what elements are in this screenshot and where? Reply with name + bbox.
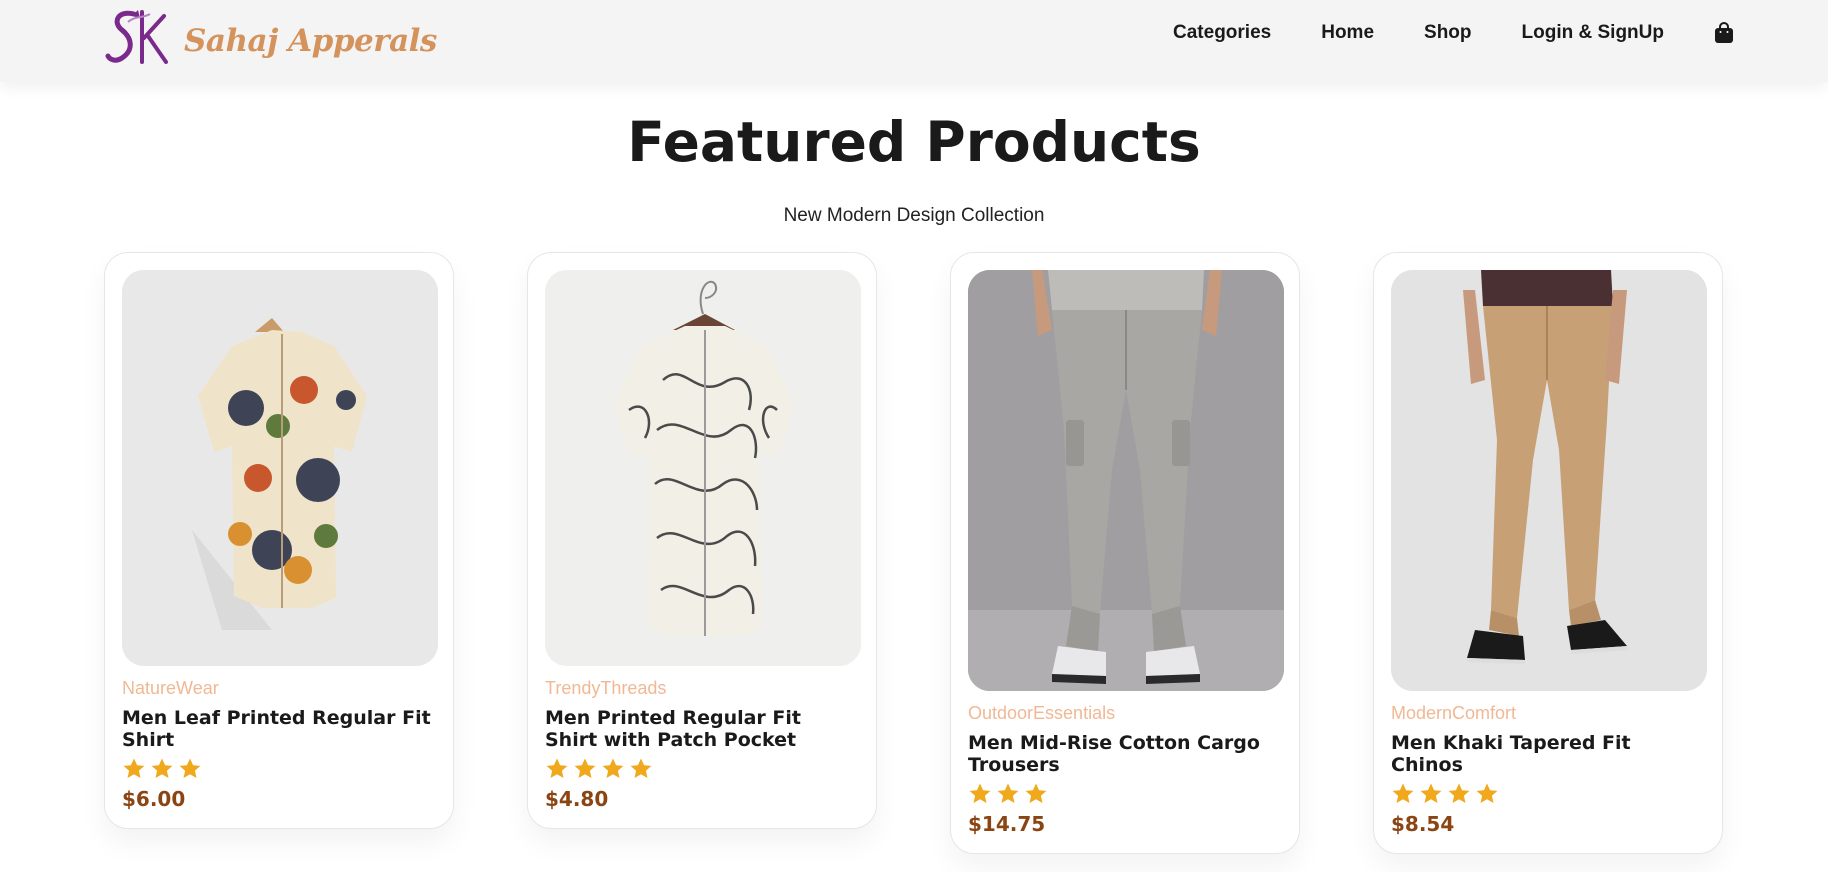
product-price: $6.00 (122, 787, 186, 811)
product-brand: TrendyThreads (545, 678, 667, 698)
logo[interactable]: Sahaj Apperals (104, 8, 437, 66)
chinos-image-icon (1391, 270, 1707, 691)
product-card[interactable]: NatureWear Men Leaf Printed Regular Fit … (104, 252, 454, 829)
product-brand: OutdoorEssentials (968, 703, 1116, 723)
star-icon (123, 758, 145, 778)
main-nav: Categories Home Shop Login & SignUp (1123, 22, 1734, 44)
shirt-image-icon (545, 270, 861, 666)
page-title: Featured Products (627, 110, 1201, 174)
product-brand: ModernComfort (1391, 703, 1517, 723)
rating-stars (545, 757, 859, 781)
rating-stars (968, 782, 1282, 806)
product-price: $8.54 (1391, 812, 1455, 836)
product-card[interactable]: OutdoorEssentials Men Mid-Rise Cotton Ca… (950, 252, 1300, 854)
brand-name: Sahaj Apperals (184, 23, 437, 59)
star-icon (602, 758, 624, 778)
product-card[interactable]: ModernComfort Men Khaki Tapered Fit Chin… (1373, 252, 1723, 854)
product-price: $14.75 (968, 812, 1046, 836)
star-icon (630, 758, 652, 778)
shopping-bag-icon[interactable] (1714, 22, 1734, 44)
rating-stars (122, 757, 436, 781)
page-subtitle: New Modern Design Collection (783, 205, 1045, 226)
star-icon (546, 758, 568, 778)
star-icon (969, 783, 991, 803)
nav-home[interactable]: Home (1321, 22, 1374, 44)
product-image (968, 270, 1284, 691)
nav-login-signup[interactable]: Login & SignUp (1522, 22, 1664, 44)
star-icon (1476, 783, 1498, 803)
product-image (545, 270, 861, 666)
product-name[interactable]: Men Printed Regular Fit Shirt with Patch… (545, 707, 859, 751)
rating-stars (1391, 782, 1705, 806)
star-icon (1025, 783, 1047, 803)
trousers-image-icon (968, 270, 1284, 691)
star-icon (1420, 783, 1442, 803)
site-header: Sahaj Apperals Categories Home Shop Logi… (0, 0, 1828, 82)
product-name[interactable]: Men Leaf Printed Regular Fit Shirt (122, 707, 436, 751)
product-image (122, 270, 438, 666)
nav-categories[interactable]: Categories (1173, 22, 1271, 44)
star-icon (1392, 783, 1414, 803)
product-name[interactable]: Men Mid-Rise Cotton Cargo Trousers (968, 732, 1282, 776)
shirt-image-icon (122, 270, 438, 666)
nav-shop[interactable]: Shop (1424, 22, 1472, 44)
logo-icon (105, 10, 168, 64)
product-brand: NatureWear (122, 678, 219, 698)
star-icon (574, 758, 596, 778)
star-icon (1448, 783, 1470, 803)
product-price: $4.80 (545, 787, 609, 811)
product-name[interactable]: Men Khaki Tapered Fit Chinos (1391, 732, 1705, 776)
product-image (1391, 270, 1707, 691)
star-icon (151, 758, 173, 778)
star-icon (179, 758, 201, 778)
star-icon (997, 783, 1019, 803)
product-card[interactable]: TrendyThreads Men Printed Regular Fit Sh… (527, 252, 877, 829)
